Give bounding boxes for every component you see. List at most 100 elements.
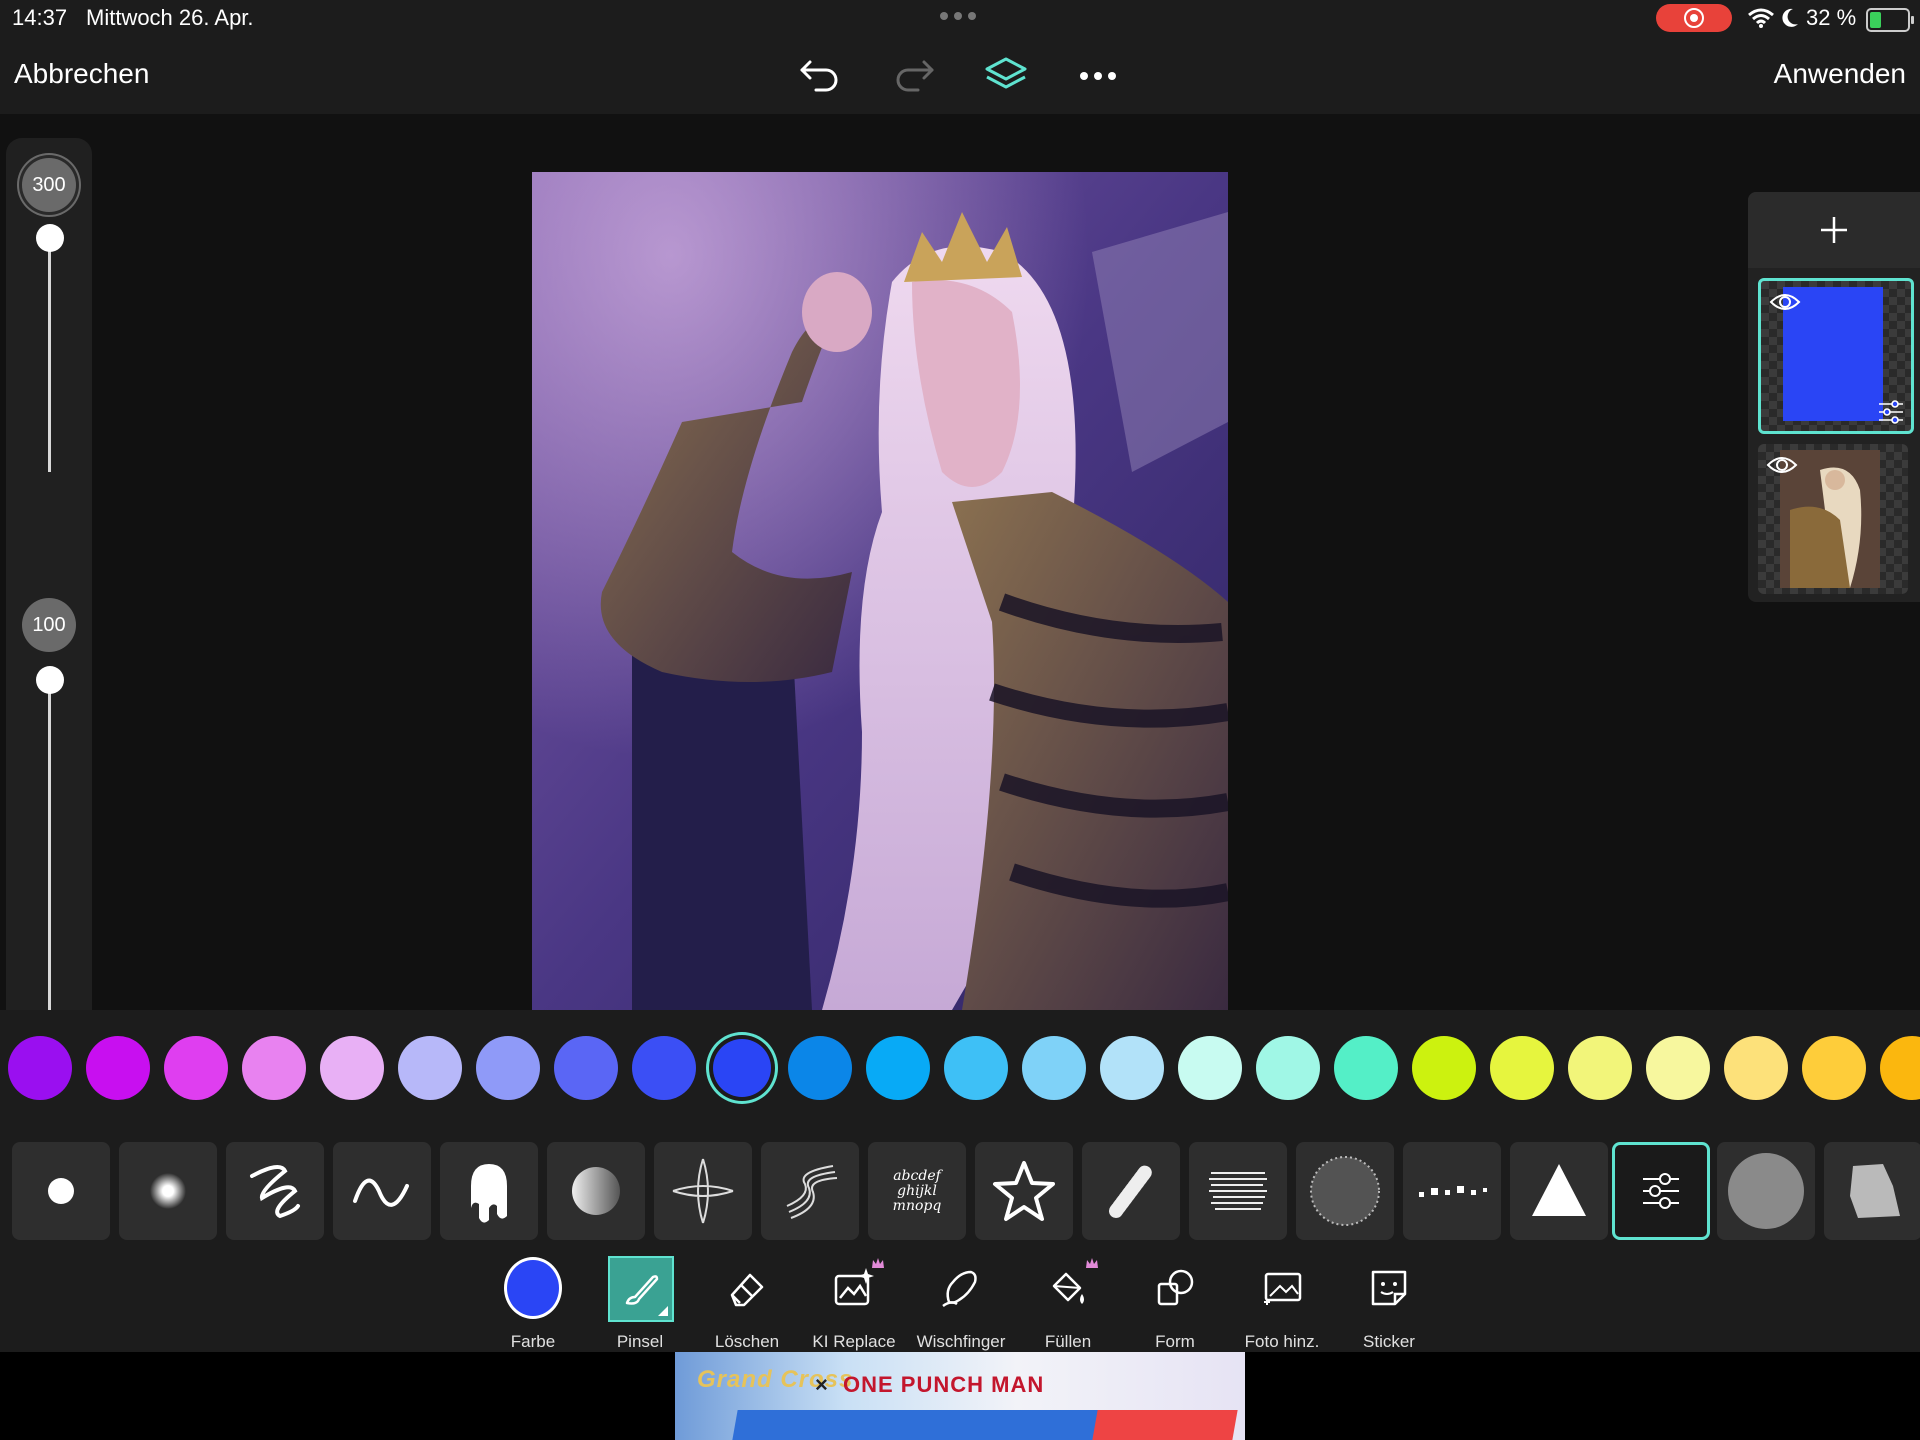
shape-icon [1149, 1262, 1201, 1314]
color-swatch[interactable] [1412, 1036, 1476, 1100]
color-swatch[interactable] [866, 1036, 930, 1100]
brush-size-value: 300 [22, 158, 76, 212]
color-swatch[interactable] [86, 1036, 150, 1100]
color-swatch[interactable] [476, 1036, 540, 1100]
brush-icon [608, 1256, 674, 1322]
color-swatch[interactable] [713, 1039, 771, 1097]
dry-bristle-brush[interactable] [1189, 1142, 1287, 1240]
color-swatch[interactable] [944, 1036, 1008, 1100]
undo-icon[interactable] [796, 52, 844, 100]
photo-layer-thumbnail[interactable] [1758, 444, 1908, 594]
brush-size-slider-track[interactable] [48, 238, 51, 472]
chalk-brush[interactable] [1082, 1142, 1180, 1240]
premium-crown-icon [1086, 1258, 1098, 1268]
rough-texture-brush[interactable] [1824, 1142, 1920, 1240]
color-swatch[interactable] [242, 1036, 306, 1100]
color-swatch[interactable] [632, 1036, 696, 1100]
brush-size-slider-handle[interactable] [36, 224, 64, 252]
brush-opacity-slider-handle[interactable] [36, 666, 64, 694]
neon-scribble-brush[interactable] [226, 1142, 324, 1240]
color-swatch[interactable] [398, 1036, 462, 1100]
round-soft-brush[interactable] [119, 1142, 217, 1240]
ad-collab-x: × [815, 1372, 828, 1397]
brush-presets: abcdef ghijkl mnopq [0, 1130, 1920, 1248]
ad-banner[interactable]: Grand Cross × ONE PUNCH MAN [675, 1352, 1245, 1440]
add-photo-tool[interactable]: Foto hinz. [1230, 1254, 1334, 1351]
color-swatch[interactable] [1022, 1036, 1086, 1100]
text-brush-line: ghijkl [897, 1182, 937, 1199]
status-bar: 14:37 Mittwoch 26. Apr. 32 % [0, 0, 1920, 36]
premium-crown-icon [872, 1258, 884, 1268]
cancel-button[interactable]: Abbrechen [14, 58, 149, 90]
eye-icon[interactable] [1766, 454, 1798, 476]
ad-brand-logo: Grand Cross [697, 1366, 854, 1393]
star-brush[interactable] [975, 1142, 1073, 1240]
grain-circle-brush[interactable] [1717, 1142, 1815, 1240]
wave-line-brush[interactable] [333, 1142, 431, 1240]
multi-line-brush[interactable] [761, 1142, 859, 1240]
color-swatch[interactable] [1490, 1036, 1554, 1100]
text-brush-line: mnopq [892, 1197, 942, 1214]
drip-brush[interactable] [440, 1142, 538, 1240]
noise-circle-brush[interactable] [1296, 1142, 1394, 1240]
battery-icon [1866, 8, 1914, 32]
color-tool[interactable]: Farbe [481, 1254, 585, 1351]
eraser-tool[interactable]: Löschen [695, 1254, 799, 1351]
eye-icon[interactable] [1769, 291, 1801, 313]
color-swatch[interactable] [320, 1036, 384, 1100]
color-swatch[interactable] [1178, 1036, 1242, 1100]
layers-icon[interactable] [982, 52, 1030, 100]
eraser-icon [721, 1262, 773, 1314]
fill-tool[interactable]: Füllen [1016, 1254, 1120, 1351]
multitasking-dots-icon[interactable] [940, 12, 980, 20]
color-swatch[interactable] [1724, 1036, 1788, 1100]
brush-settings[interactable] [1612, 1142, 1710, 1240]
add-photo-icon [1256, 1262, 1308, 1314]
color-swatch[interactable] [1880, 1036, 1920, 1100]
tool-label: Wischfinger [916, 1332, 1006, 1351]
round-hard-brush[interactable] [12, 1142, 110, 1240]
redo-icon[interactable] [890, 52, 938, 100]
color-swatch[interactable] [1646, 1036, 1710, 1100]
color-swatch[interactable] [1802, 1036, 1866, 1100]
ad-title: ONE PUNCH MAN [843, 1372, 1045, 1397]
wifi-icon [1748, 8, 1774, 28]
cross-sparkle-brush[interactable] [654, 1142, 752, 1240]
apply-button[interactable]: Anwenden [1774, 58, 1906, 90]
color-swatch[interactable] [1100, 1036, 1164, 1100]
color-swatch[interactable] [1334, 1036, 1398, 1100]
color-swatch[interactable] [554, 1036, 618, 1100]
canvas-photo[interactable] [532, 172, 1228, 1010]
brush-opacity-slider-track[interactable] [48, 678, 51, 1010]
color-swatch[interactable] [1256, 1036, 1320, 1100]
text-brush[interactable]: abcdef ghijkl mnopq [868, 1142, 966, 1240]
tool-label: Farbe [510, 1332, 556, 1351]
color-swatch[interactable] [8, 1036, 72, 1100]
tool-label: Pinsel [616, 1332, 664, 1351]
layer-settings-icon[interactable] [1877, 399, 1905, 425]
add-layer-button[interactable] [1748, 192, 1920, 268]
top-toolbar: Abbrechen Anwenden [0, 36, 1920, 114]
brush-tool[interactable]: Pinsel [588, 1254, 692, 1351]
paint-layer-thumbnail[interactable] [1758, 278, 1914, 434]
brush-opacity-value: 100 [22, 598, 76, 652]
ai-replace-tool[interactable]: KI Replace [802, 1254, 906, 1351]
moon-icon [1782, 8, 1798, 27]
color-swatch[interactable] [1568, 1036, 1632, 1100]
spray-triangle-brush[interactable] [1510, 1142, 1608, 1240]
gradient-circle-brush[interactable] [547, 1142, 645, 1240]
more-icon[interactable] [1074, 52, 1122, 100]
screen-recording-icon[interactable] [1656, 4, 1732, 32]
smudge-tool[interactable]: Wischfinger [909, 1254, 1013, 1351]
tool-label: KI Replace [812, 1332, 896, 1351]
tool-label: Sticker [1363, 1332, 1415, 1351]
sticker-tool[interactable]: Sticker [1337, 1254, 1441, 1351]
shape-tool[interactable]: Form [1123, 1254, 1227, 1351]
tool-label: Löschen [714, 1332, 780, 1351]
color-swatch[interactable] [788, 1036, 852, 1100]
sliders-icon [1643, 1173, 1679, 1209]
dotted-line-brush[interactable] [1403, 1142, 1501, 1240]
color-swatch[interactable] [164, 1036, 228, 1100]
color-swatch-icon [507, 1260, 559, 1316]
ai-replace-icon [828, 1262, 880, 1314]
